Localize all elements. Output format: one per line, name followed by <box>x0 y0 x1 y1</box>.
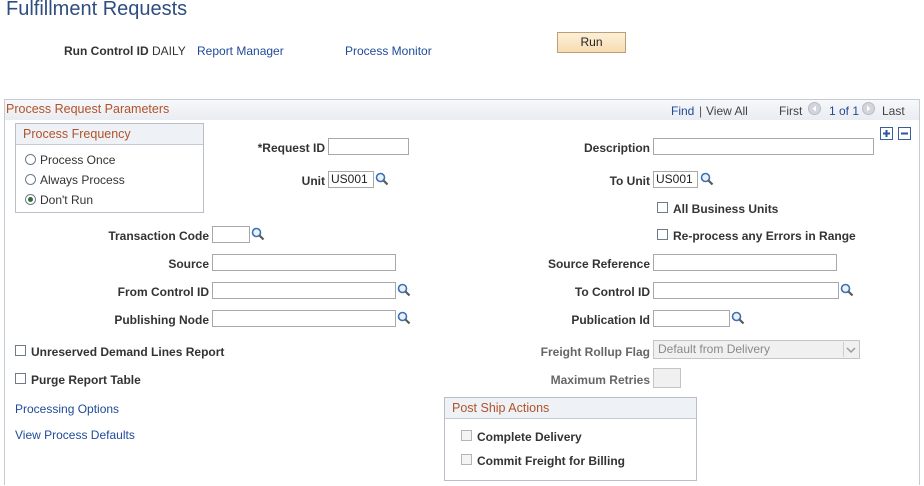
find-link[interactable]: Find <box>671 104 694 118</box>
radio-process-once[interactable] <box>25 154 36 165</box>
commit-freight-label: Commit Freight for Billing <box>477 454 625 468</box>
transaction-code-input[interactable] <box>212 226 250 243</box>
purge-report-table-checkbox[interactable] <box>15 373 26 384</box>
unreserved-demand-checkbox[interactable] <box>15 345 26 356</box>
report-manager-link[interactable]: Report Manager <box>197 44 284 58</box>
source-reference-label: Source Reference <box>547 257 650 271</box>
freight-rollup-select[interactable]: Default from Delivery <box>653 340 860 359</box>
to-control-id-label: To Control ID <box>574 285 650 299</box>
description-label: Description <box>583 141 650 155</box>
to-control-id-input[interactable] <box>653 282 839 299</box>
source-label: Source <box>168 257 209 271</box>
from-control-id-label: From Control ID <box>117 285 209 299</box>
radio-process-once-label: Process Once <box>40 153 116 167</box>
to-unit-input[interactable]: US001 <box>653 171 698 188</box>
unreserved-demand-label: Unreserved Demand Lines Report <box>31 345 225 359</box>
to-unit-label: To Unit <box>609 174 650 188</box>
radio-always-process-label: Always Process <box>40 173 125 187</box>
maximum-retries-input[interactable] <box>653 368 681 388</box>
complete-delivery-checkbox[interactable] <box>461 430 472 441</box>
publication-id-input[interactable] <box>653 310 730 327</box>
plus-icon[interactable] <box>880 127 893 140</box>
publishing-node-label: Publishing Node <box>114 313 209 327</box>
source-input[interactable] <box>212 254 396 271</box>
right-arrow-icon[interactable] <box>862 102 875 115</box>
complete-delivery-label: Complete Delivery <box>477 430 582 444</box>
radio-dont-run-label: Don't Run <box>40 193 93 207</box>
reprocess-errors-label: Re-process any Errors in Range <box>673 229 856 243</box>
to-unit-lookup-icon[interactable] <box>700 172 714 186</box>
commit-freight-checkbox[interactable] <box>461 454 472 465</box>
source-reference-input[interactable] <box>653 254 837 271</box>
to-control-id-lookup-icon[interactable] <box>840 283 854 297</box>
all-business-units-checkbox[interactable] <box>657 202 668 213</box>
publication-id-lookup-icon[interactable] <box>731 311 745 325</box>
page-title: Fulfillment Requests <box>6 0 188 20</box>
description-input[interactable] <box>653 138 874 155</box>
publication-id-label: Publication Id <box>571 313 650 327</box>
freight-rollup-label: Freight Rollup Flag <box>540 345 650 359</box>
radio-always-process[interactable] <box>25 174 36 185</box>
unit-label: Unit <box>301 174 325 188</box>
first-link[interactable]: First <box>779 104 802 118</box>
run-button[interactable]: Run <box>557 32 626 53</box>
process-monitor-link[interactable]: Process Monitor <box>345 44 432 58</box>
freight-rollup-value: Default from Delivery <box>658 342 771 356</box>
nav-separator: | <box>699 104 703 118</box>
transaction-code-label: Transaction Code <box>108 229 209 243</box>
left-arrow-icon[interactable] <box>808 102 821 115</box>
process-frequency-title: Process Frequency <box>23 127 131 141</box>
radio-dont-run[interactable] <box>25 194 36 205</box>
section-title: Process Request Parameters <box>6 102 170 116</box>
unit-input[interactable]: US001 <box>328 171 374 188</box>
publishing-node-input[interactable] <box>212 310 396 327</box>
unit-lookup-icon[interactable] <box>375 172 389 186</box>
last-link[interactable]: Last <box>882 104 905 118</box>
request-id-label: *Request ID <box>257 141 325 155</box>
chevron-down-icon <box>843 342 858 357</box>
minus-icon[interactable] <box>898 127 911 140</box>
maximum-retries-label: Maximum Retries <box>550 373 650 387</box>
all-business-units-label: All Business Units <box>673 202 779 216</box>
page-count: 1 of 1 <box>829 104 860 118</box>
processing-options-link[interactable]: Processing Options <box>15 402 119 416</box>
publishing-node-lookup-icon[interactable] <box>397 311 411 325</box>
purge-report-table-label: Purge Report Table <box>31 373 141 387</box>
post-ship-actions-title: Post Ship Actions <box>452 401 550 415</box>
request-id-input[interactable] <box>328 138 409 155</box>
run-control-label: Run Control ID <box>64 44 149 58</box>
view-all-link[interactable]: View All <box>706 104 748 118</box>
from-control-id-input[interactable] <box>212 282 396 299</box>
reprocess-errors-checkbox[interactable] <box>657 229 668 240</box>
view-process-defaults-link[interactable]: View Process Defaults <box>15 428 135 442</box>
run-control-value: DAILY <box>152 44 186 58</box>
transaction-code-lookup-icon[interactable] <box>251 227 265 241</box>
from-control-id-lookup-icon[interactable] <box>397 283 411 297</box>
